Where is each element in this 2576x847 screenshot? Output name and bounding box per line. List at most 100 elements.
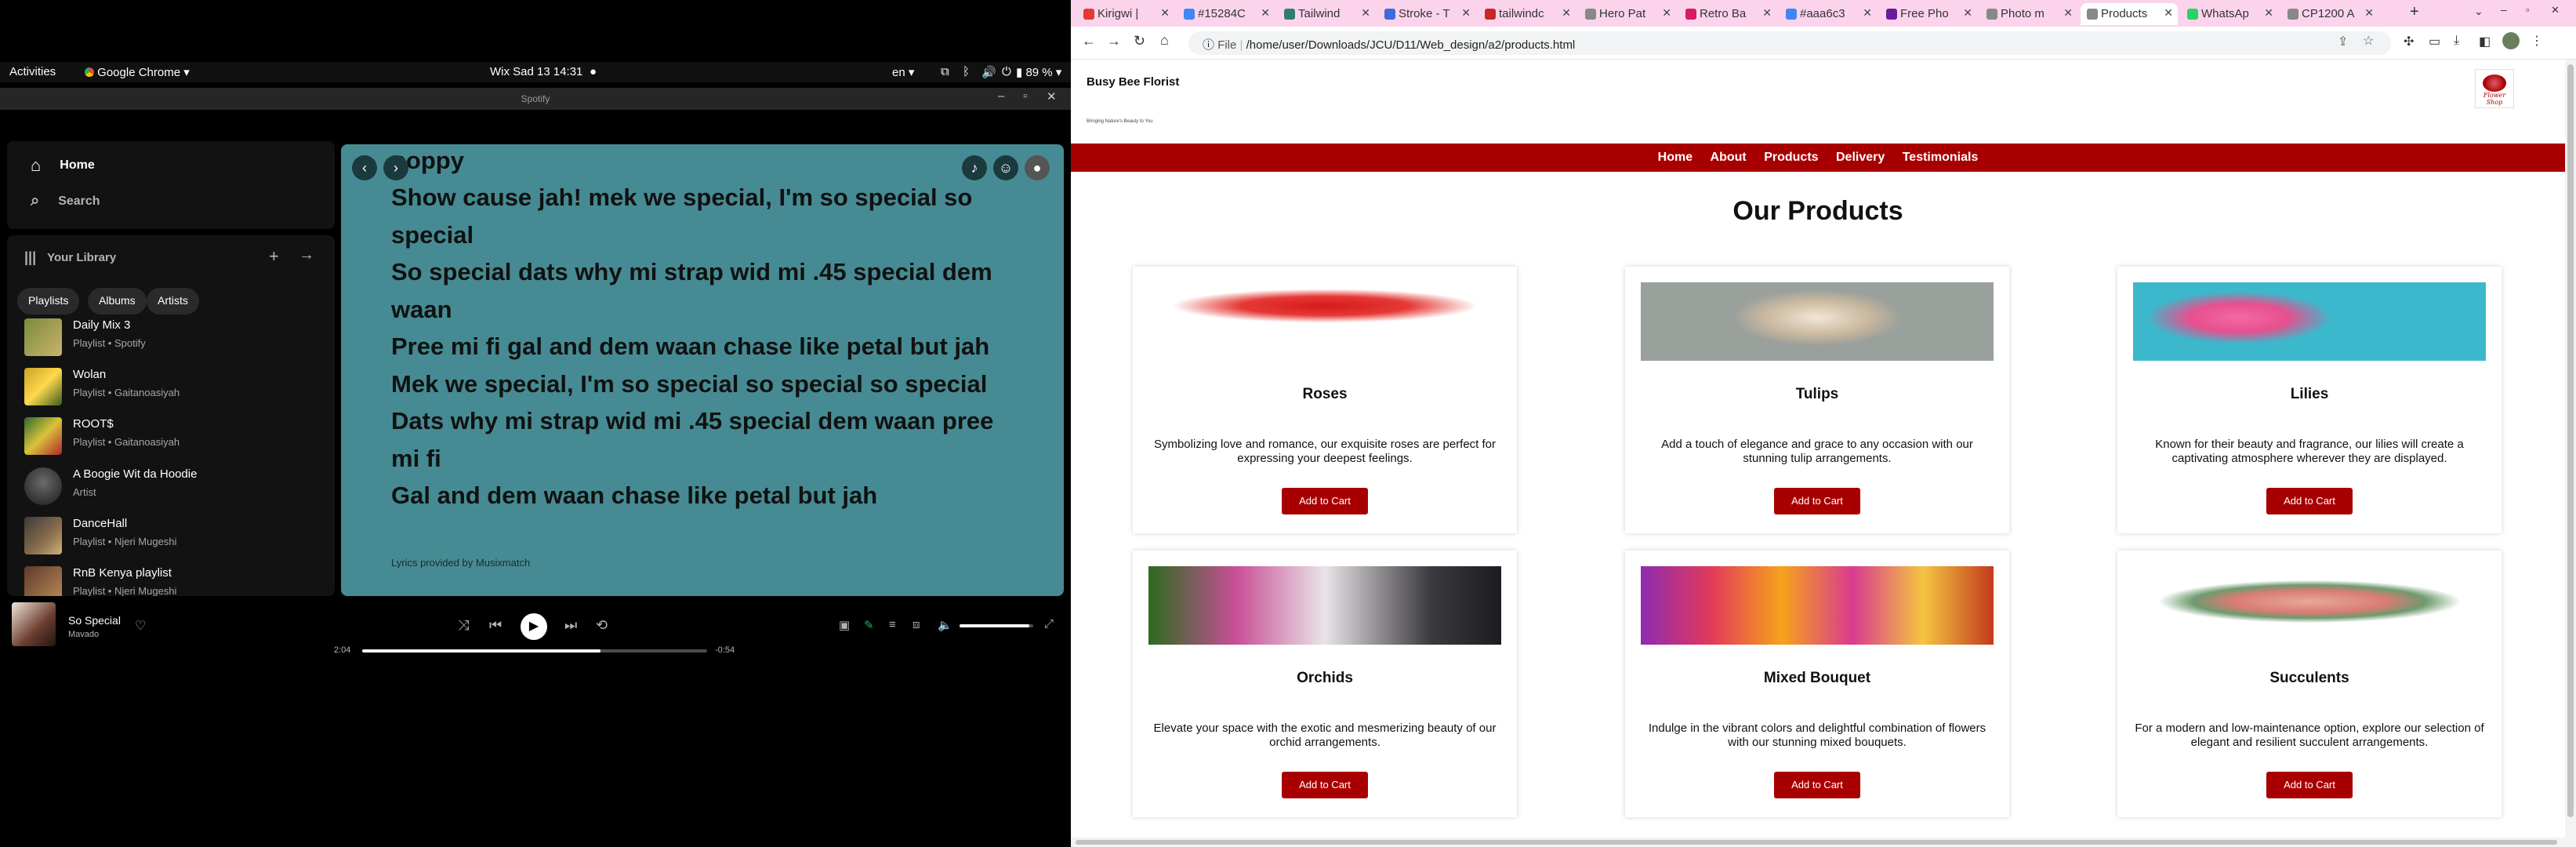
close-icon[interactable]: ✕ [2551,4,2560,16]
vertical-scrollbar[interactable] [2565,60,2576,847]
browser-tab[interactable]: tailwindc ✕ [1478,3,1576,25]
lyrics-icon[interactable]: ✎ [864,618,874,632]
your-library-button[interactable]: ||| Your Library [24,249,116,266]
add-to-cart-button[interactable]: Add to Cart [1774,488,1860,514]
tab-close-icon[interactable]: ✕ [2364,6,2374,20]
back-arrow-icon[interactable]: ‹ [352,155,377,180]
app-menu[interactable]: Google Chrome ▾ [85,65,190,79]
extensions-icon[interactable]: ✣ [2404,34,2414,49]
maximize-icon[interactable]: ▫ [1023,89,1027,103]
clock[interactable]: Wix Sad 13 14:31 [490,65,582,78]
tab-close-icon[interactable]: ✕ [2264,6,2273,20]
progress-bar[interactable] [362,649,707,653]
browser-tab[interactable]: #aaa6c3 ✕ [1780,3,1877,25]
site-logo[interactable]: Flower Shop [2475,69,2514,108]
forward-arrow-icon[interactable]: › [383,155,408,180]
battery-indicator[interactable]: ▮ 89 % ▾ [1016,65,1061,79]
browser-tab[interactable]: Tailwind ✕ [1278,3,1375,25]
cast-icon[interactable]: ▭ [2429,34,2440,49]
forward-icon[interactable]: → [1107,33,1121,49]
profile-avatar[interactable] [2502,32,2520,49]
lyric-line[interactable]: waan [391,291,1018,329]
browser-tab[interactable]: Free Pho ✕ [1880,3,1977,25]
site-brand[interactable]: Busy Bee Florist [1087,75,1179,89]
add-to-cart-button[interactable]: Add to Cart [2266,488,2353,514]
browser-tab[interactable]: Retro Ba ✕ [1679,3,1776,25]
network-icon[interactable]: ⧉ [941,65,949,78]
filter-chip-playlists[interactable]: Playlists [17,288,80,314]
lyric-line[interactable]: So special dats why mi strap wid mi .45 … [391,253,1018,291]
next-icon[interactable]: ⏭ [564,617,577,634]
download-icon[interactable]: ⤓ [2454,34,2459,48]
queue-icon[interactable]: ≡ [889,618,896,631]
url-field[interactable]: ⓘ File | /home/user/Downloads/JCU/D11/We… [1188,31,2391,55]
library-item[interactable]: A Boogie Wit da Hoodie Artist [24,464,322,510]
share-icon[interactable]: ⇪ [2338,34,2348,49]
now-playing-art[interactable] [12,602,56,646]
volume-icon[interactable]: 🔈 [938,618,952,632]
scrollbar-thumb[interactable] [2567,64,2574,817]
activities-button[interactable]: Activities [9,65,56,78]
browser-tab[interactable]: Hero Pat ✕ [1579,3,1676,25]
tab-close-icon[interactable]: ✕ [1762,6,1772,20]
now-playing-view-icon[interactable]: ▣ [839,618,850,632]
home-icon[interactable]: ⌂ [1160,32,1169,49]
nav-link-home[interactable]: Home [1658,144,1693,172]
keyboard-layout[interactable]: en ▾ [892,65,914,79]
library-item[interactable]: ROOT$ Playlist • Gaitanoasiyah [24,414,322,460]
scrollbar-thumb[interactable] [1076,840,2557,845]
tab-close-icon[interactable]: ✕ [1361,6,1370,20]
tab-close-icon[interactable]: ✕ [1863,6,1872,20]
nav-link-products[interactable]: Products [1764,144,1818,172]
lyric-line[interactable]: poppy [391,144,1018,180]
browser-tab[interactable]: Photo m ✕ [1980,3,2077,25]
new-tab-icon[interactable]: + [2410,3,2419,21]
volume-icon[interactable]: 🔊 [981,65,996,79]
tab-close-icon[interactable]: ✕ [1562,6,1571,20]
arrow-right-icon[interactable]: → [299,246,314,264]
lyric-line[interactable]: special [391,216,1018,254]
kebab-menu-icon[interactable]: ⋮ [2531,33,2543,49]
connect-device-icon[interactable]: ⧈ [912,618,920,631]
nav-home[interactable]: ⌂ Home [31,155,95,176]
browser-tab[interactable]: Stroke - T ✕ [1378,3,1475,25]
bookmark-star-icon[interactable]: ☆ [2363,33,2374,49]
filter-chip-artists[interactable]: Artists [147,288,199,314]
library-item[interactable]: DanceHall Playlist • Njeri Mugeshi [24,514,322,559]
nav-search[interactable]: ⌕ Search [31,192,100,210]
tab-close-icon[interactable]: ✕ [2063,6,2073,20]
repeat-icon[interactable]: ⟲ [596,617,608,634]
browser-tab[interactable]: #15284C ✕ [1177,3,1275,25]
tab-close-icon[interactable]: ✕ [1261,6,1270,20]
fullscreen-icon[interactable]: ⤢ [1044,617,1054,631]
browser-tab[interactable]: CP1200 A ✕ [2281,3,2378,25]
shuffle-icon[interactable]: ⤨ [458,617,469,634]
add-to-cart-button[interactable]: Add to Cart [1774,772,1860,798]
lyric-line[interactable]: Mek we special, I'm so special so specia… [391,365,1018,403]
tab-close-icon[interactable]: ✕ [1963,6,1972,20]
tab-close-icon[interactable]: ✕ [2164,6,2173,20]
browser-tab[interactable]: WhatsAp ✕ [2181,3,2278,25]
back-icon[interactable]: ← [1082,33,1096,49]
track-artist[interactable]: Mavado [68,630,99,639]
heart-icon[interactable]: ♡ [135,618,146,634]
reload-icon[interactable]: ↻ [1134,33,1145,49]
lyric-line[interactable]: Gal and dem waan chase like petal but ja… [391,477,1018,514]
minimize-icon[interactable]: – [2501,3,2507,16]
friends-icon[interactable]: ☺ [993,155,1018,180]
browser-tab[interactable]: Kirigwi | ✕ [1077,3,1174,25]
profile-avatar[interactable]: ● [1025,155,1050,180]
bell-icon[interactable]: ♪ [962,155,987,180]
lyric-line[interactable]: mi fi [391,440,1018,478]
maximize-icon[interactable]: ▫ [2526,4,2530,16]
lyric-line[interactable]: Pree mi fi gal and dem waan chase like p… [391,328,1018,365]
info-icon[interactable]: ⓘ [1203,38,1214,52]
lyric-line[interactable]: Show cause jah! mek we special, I'm so s… [391,179,1018,216]
lyric-line[interactable]: Dats why mi strap wid mi .45 special dem… [391,402,1018,440]
close-icon[interactable]: ✕ [1047,89,1057,104]
plus-icon[interactable]: + [269,246,279,267]
add-to-cart-button[interactable]: Add to Cart [2266,772,2353,798]
minimize-icon[interactable]: – [998,89,1004,103]
previous-icon[interactable]: ⏮ [489,617,502,634]
horizontal-scrollbar[interactable] [1071,838,2565,847]
